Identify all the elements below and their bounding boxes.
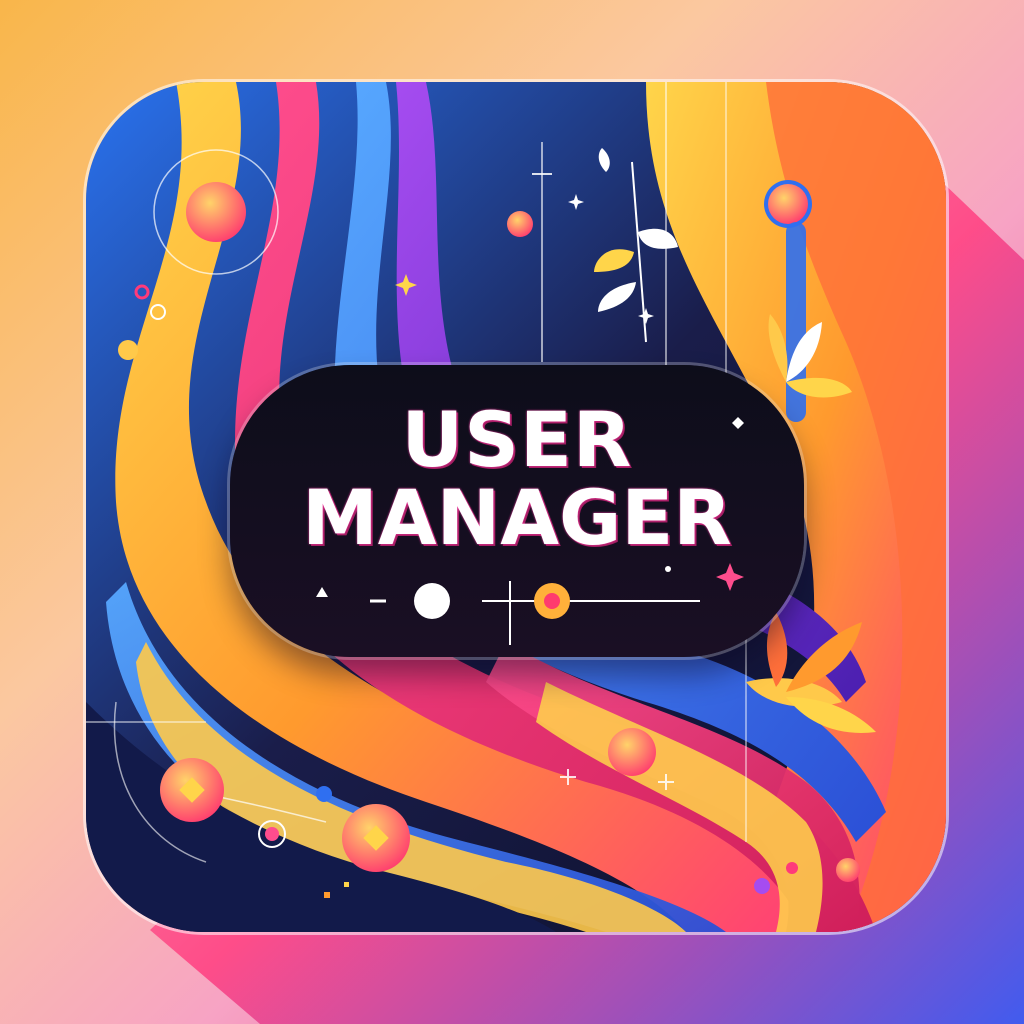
circle-dot-icon <box>414 583 450 619</box>
orb-icon <box>186 182 246 242</box>
triangle-icon <box>316 587 328 597</box>
title-line-2: MANAGER <box>302 473 732 562</box>
title-pill: USER MANAGER <box>230 365 804 657</box>
title-line-1: USER <box>401 395 633 484</box>
diamond-icon <box>160 758 224 822</box>
diamond-icon <box>342 804 410 872</box>
sparkle-icon <box>716 563 744 591</box>
app-icon-tile: USER MANAGER <box>86 82 946 932</box>
